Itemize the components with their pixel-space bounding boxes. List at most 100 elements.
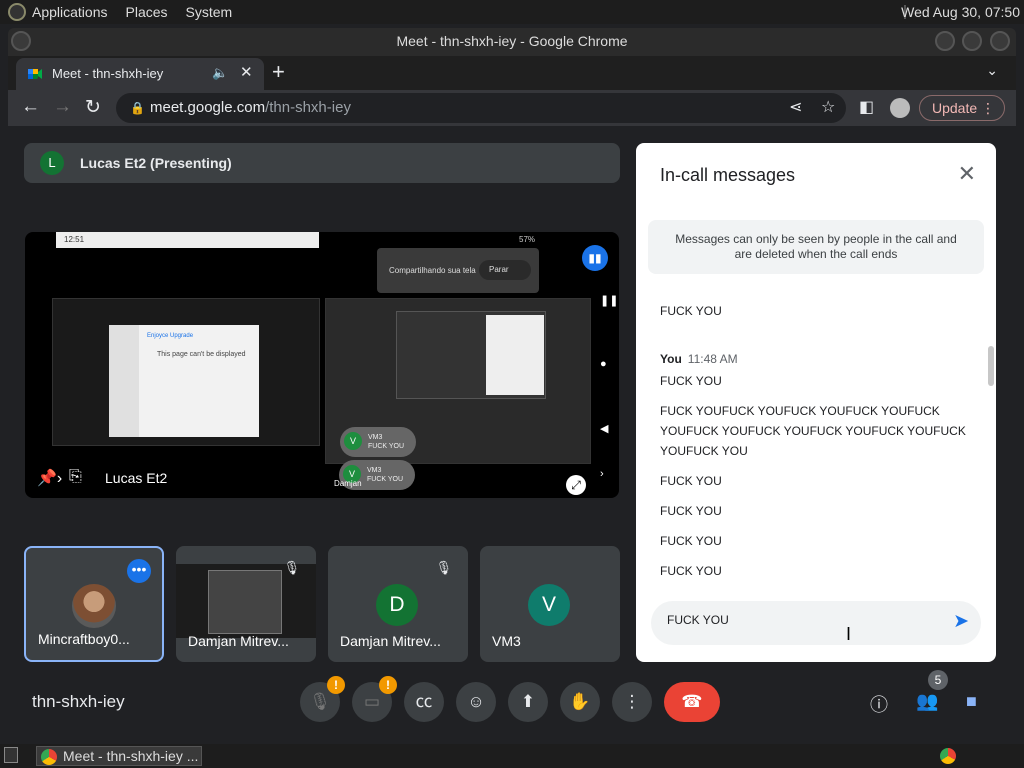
presenting-label: Lucas Et2 (Presenting) — [80, 155, 232, 171]
avatar — [72, 584, 116, 628]
warning-badge-icon: ! — [327, 676, 345, 694]
participant-name: Mincraftboy0... — [38, 631, 130, 647]
shared-site-name: Enjoyce Upgrade — [147, 333, 194, 339]
url-text[interactable]: meet.google.com/thn-shxh-iey — [150, 93, 351, 123]
tab-search-icon[interactable]: ⌄ — [986, 62, 998, 79]
phone-battery: 57% — [519, 235, 536, 244]
shared-screen-left: Enjoyce Upgrade This page can't be displ… — [52, 298, 320, 446]
screen-share-pill: Compartilhando sua tela Parar — [377, 248, 539, 293]
chrome-icon — [41, 749, 57, 765]
pin-icon[interactable]: 📌› — [37, 468, 62, 488]
system-menu[interactable]: System — [186, 4, 233, 20]
chrome-tray-icon[interactable] — [940, 748, 956, 764]
message: FUCK YOU — [660, 564, 722, 578]
mic-button[interactable]: 🎙! — [300, 676, 345, 722]
message: FUCK YOU — [660, 374, 722, 388]
participant-avatar: D — [376, 584, 418, 626]
captions-button[interactable]: ㏄ — [404, 682, 444, 722]
participant-avatar: V — [528, 584, 570, 626]
camera-button[interactable]: ▭! — [352, 676, 397, 722]
participant-name: Damjan Mitrev... — [340, 633, 441, 649]
mini-chip-text: VM3 FUCK YOU — [367, 467, 404, 483]
presenter-avatar: L — [40, 151, 64, 175]
lock-icon[interactable]: 🔒 — [130, 93, 145, 123]
meeting-details-icon[interactable]: ⓘ — [870, 691, 888, 717]
tab-meet[interactable]: Meet - thn-shxh-iey 🔈 ✕ — [16, 58, 264, 90]
send-icon[interactable]: ➤ — [953, 610, 969, 633]
message-composer[interactable]: ➤ — [651, 601, 981, 645]
reload-icon[interactable]: ↻ — [85, 96, 101, 119]
maximize-button[interactable] — [962, 31, 982, 51]
chat-panel: In-call messages ✕ Messages can only be … — [636, 143, 996, 662]
shared-screen-right: V VM3 FUCK YOU — [325, 298, 591, 464]
message: FUCK YOU — [660, 304, 722, 318]
people-icon[interactable]: 👥 — [916, 691, 938, 712]
reactions-button[interactable]: ☺ — [456, 682, 496, 722]
audio-playing-icon[interactable]: 🔈 — [212, 65, 228, 81]
sub-participant-name: Damjan — [334, 479, 362, 488]
text-cursor-icon: I — [846, 624, 852, 644]
raise-hand-button[interactable]: ✋ — [560, 682, 600, 722]
participant-name: VM3 — [492, 633, 521, 649]
mini-chip-avatar: V — [344, 432, 362, 450]
more-vert-icon[interactable]: ⋮ — [981, 96, 995, 120]
message: FUCK YOUFUCK YOUFUCK YOUFUCK YOUFUCK YOU… — [660, 404, 966, 458]
participant-tile[interactable]: 🎙 Damjan Mitrev... — [176, 546, 316, 662]
fullscreen-icon[interactable]: ⤢ — [566, 475, 586, 495]
address-bar[interactable]: 🔒 meet.google.com/thn-shxh-iey — [116, 93, 846, 123]
participant-tile[interactable]: V VM3 — [480, 546, 620, 662]
message-input[interactable] — [667, 613, 917, 627]
people-count-badge: 5 — [928, 670, 948, 690]
chat-scrollbar[interactable] — [988, 346, 994, 386]
close-icon[interactable]: ✕ — [958, 161, 976, 187]
presenting-banner: L Lucas Et2 (Presenting) — [24, 143, 620, 183]
window-title: Meet - thn-shxh-iey - Google Chrome — [8, 28, 1016, 56]
tab-title: Meet - thn-shxh-iey — [52, 66, 164, 81]
side-panel-icon[interactable]: ◧ — [859, 97, 874, 117]
clock[interactable]: Wed Aug 30, 07:50 — [901, 4, 1020, 20]
presentation-stage[interactable]: 12:51 57% Compartilhando sua tela Parar … — [25, 232, 619, 498]
more-options-icon[interactable]: ••• — [127, 559, 151, 583]
stop-share-button: Parar — [479, 260, 531, 280]
top-panel: Applications Places System Wed Aug 30, 0… — [0, 0, 1024, 24]
minimize-button[interactable] — [935, 31, 955, 51]
message: FUCK YOU — [660, 534, 722, 548]
forward-icon[interactable]: → — [53, 96, 72, 118]
show-desktop-icon[interactable] — [4, 747, 18, 763]
profile-avatar-icon[interactable] — [890, 98, 910, 118]
present-to-screen-icon[interactable]: ⎘ — [69, 468, 82, 486]
chat-icon[interactable]: ■ — [966, 691, 977, 712]
update-button[interactable]: Update ⋮ — [919, 95, 1005, 121]
phone-pause-icon: ❚❚ — [600, 295, 619, 307]
new-tab-icon[interactable]: + — [272, 59, 285, 85]
taskbar-window-button[interactable]: Meet - thn-shxh-iey ... — [36, 746, 202, 766]
meet-favicon-icon — [28, 69, 42, 79]
close-window-button[interactable] — [990, 31, 1010, 51]
chat-notice: Messages can only be seen by people in t… — [648, 220, 984, 274]
mini-chat-chip: V VM3 FUCK YOU — [340, 427, 416, 457]
present-button[interactable]: ⬆ — [508, 682, 548, 722]
share-icon[interactable]: ⋖ — [789, 97, 802, 117]
tab-strip: Meet - thn-shxh-iey 🔈 ✕ + ⌄ — [8, 56, 1016, 90]
participant-tile[interactable]: D 🎙 Damjan Mitrev... — [328, 546, 468, 662]
window-menu-button[interactable] — [11, 31, 31, 51]
nested-chat-panel — [486, 315, 544, 395]
mini-chip-text: VM3 FUCK YOU — [368, 434, 405, 450]
mic-off-icon: 🎙 — [435, 560, 452, 575]
mic-off-icon: 🎙 — [283, 560, 300, 575]
more-options-button[interactable]: ⋮ — [612, 682, 652, 722]
places-menu[interactable]: Places — [126, 4, 168, 20]
browser-toolbar: ← → ↻ 🔒 meet.google.com/thn-shxh-iey ⋖ ☆… — [8, 90, 1016, 126]
message: FUCK YOU — [660, 504, 722, 518]
distro-logo-icon[interactable] — [8, 3, 26, 21]
phone-status-bar: 12:51 — [56, 232, 319, 248]
bookmark-star-icon[interactable]: ☆ — [821, 97, 835, 117]
meet-main: L Lucas Et2 (Presenting) 12:51 57% Compa… — [8, 126, 1016, 744]
close-tab-icon[interactable]: ✕ — [240, 63, 253, 81]
back-icon[interactable]: ← — [21, 96, 40, 118]
bottom-taskbar: Meet - thn-shxh-iey ... — [0, 744, 1024, 768]
applications-menu[interactable]: Applications — [32, 4, 108, 20]
leave-call-button[interactable]: ☎ — [664, 682, 720, 722]
shared-browser-window: Enjoyce Upgrade This page can't be displ… — [109, 325, 259, 437]
participant-tile[interactable]: ••• Mincraftboy0... — [24, 546, 164, 662]
